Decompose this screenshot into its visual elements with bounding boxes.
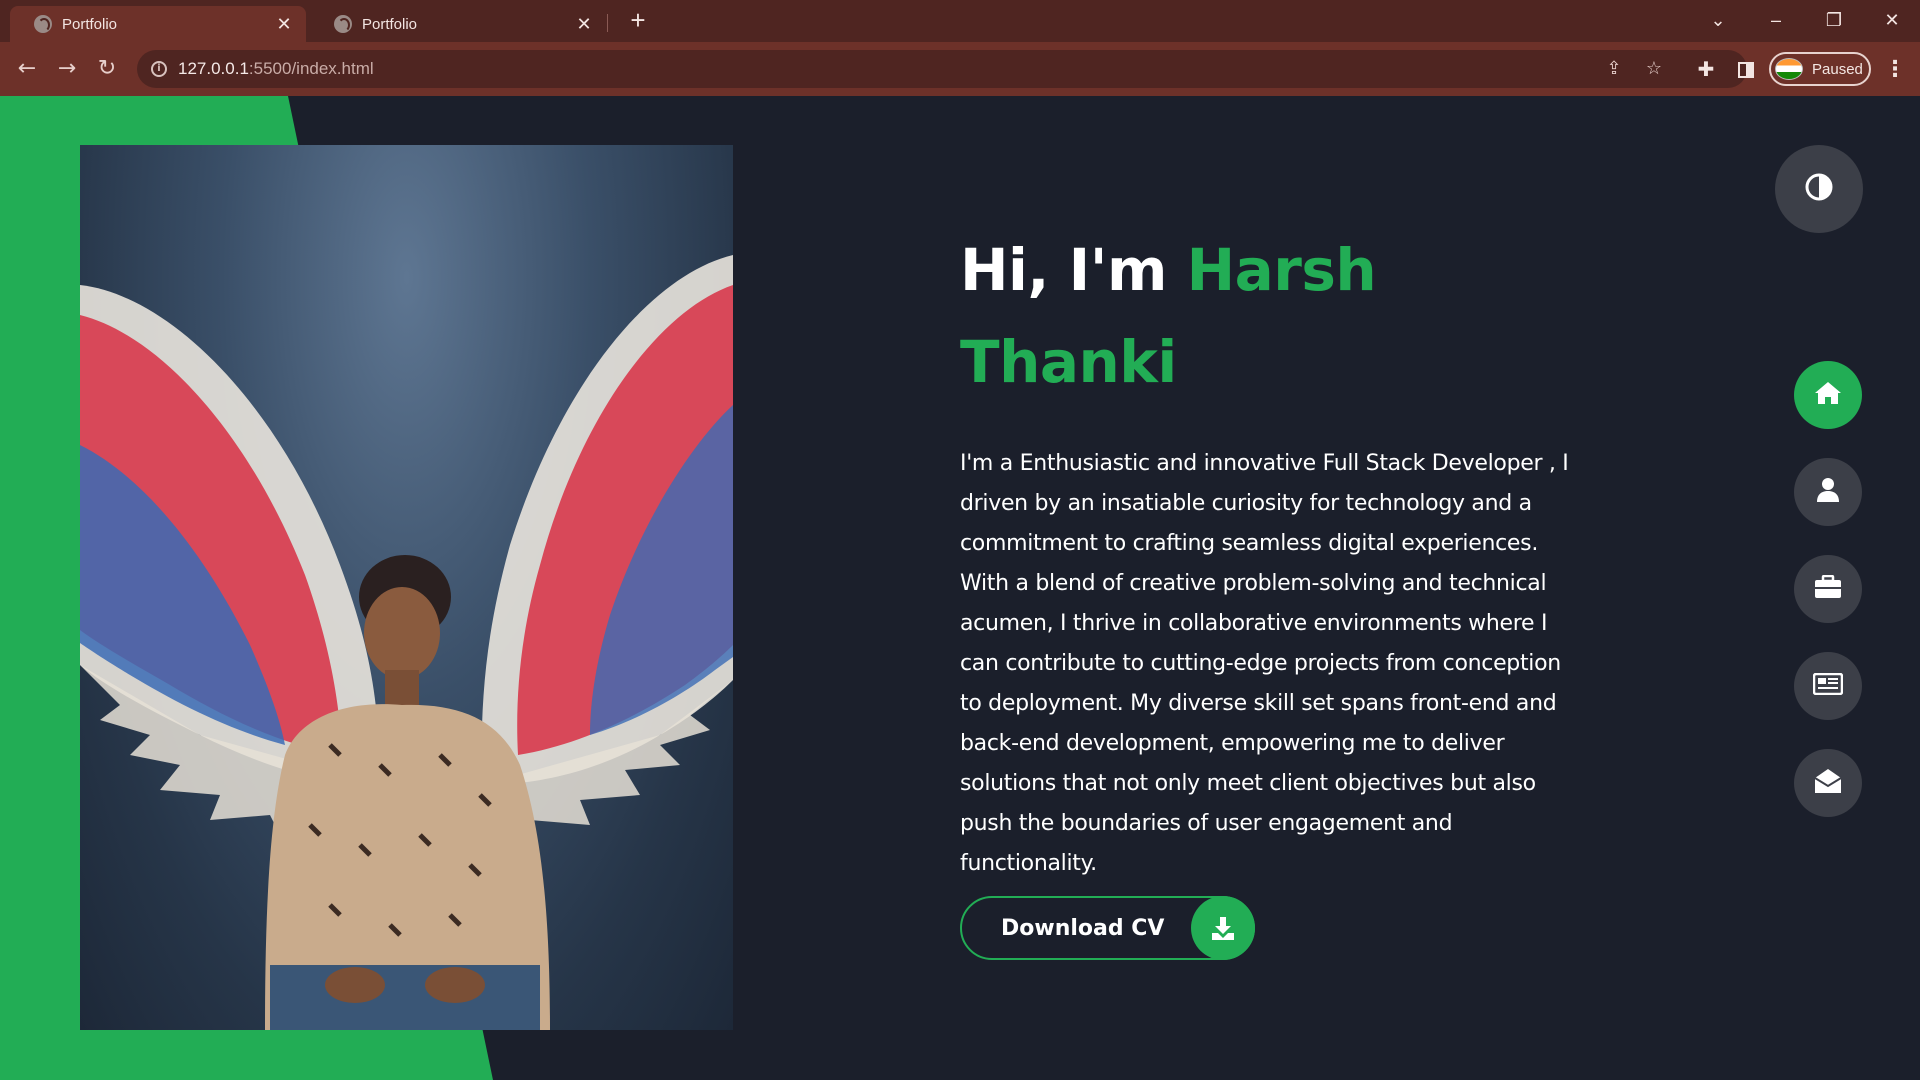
reload-icon[interactable]: ↻ bbox=[92, 54, 122, 84]
profile-avatar bbox=[1775, 58, 1803, 80]
extensions-puzzle-icon[interactable]: ✚ bbox=[1692, 55, 1720, 83]
restore-button[interactable]: ❐ bbox=[1814, 4, 1854, 36]
browser-toolbar: ← → ↻ i 127.0.0.1:5500/index.html ⇪ ☆ ✚ … bbox=[0, 42, 1920, 96]
tab-title: Portfolio bbox=[362, 15, 418, 33]
portfolio-page: Hi, I'm Harsh Thanki I'm a Enthusiastic a… bbox=[0, 96, 1920, 1080]
hero-heading: Hi, I'm Harsh Thanki bbox=[960, 224, 1580, 408]
bookmark-star-icon[interactable]: ☆ bbox=[1643, 58, 1665, 80]
browser-tab-active[interactable]: Portfolio ✕ bbox=[10, 6, 306, 42]
greeting: Hi, I'm bbox=[960, 236, 1187, 304]
new-tab-button[interactable]: + bbox=[624, 6, 652, 34]
profile-button[interactable]: Paused bbox=[1769, 52, 1871, 86]
first-name: Harsh bbox=[1186, 236, 1377, 304]
back-arrow-icon[interactable]: ← bbox=[12, 54, 42, 84]
address-bar[interactable]: i 127.0.0.1:5500/index.html ⇪ ☆ bbox=[137, 50, 1747, 88]
tab-divider bbox=[607, 14, 608, 32]
globe-icon bbox=[334, 15, 352, 33]
last-name: Thanki bbox=[960, 328, 1177, 396]
nav-home-button[interactable] bbox=[1794, 361, 1862, 429]
side-navigation bbox=[1794, 361, 1862, 846]
nav-about-button[interactable] bbox=[1794, 458, 1862, 526]
side-panel-icon[interactable] bbox=[1738, 62, 1754, 78]
profile-status: Paused bbox=[1812, 60, 1863, 78]
nav-contact-button[interactable] bbox=[1794, 749, 1862, 817]
download-icon bbox=[1191, 896, 1255, 960]
envelope-open-icon bbox=[1814, 768, 1842, 798]
newspaper-icon bbox=[1812, 672, 1844, 699]
profile-photo bbox=[80, 145, 733, 1030]
download-cv-label: Download CV bbox=[1001, 915, 1165, 941]
tab-title: Portfolio bbox=[62, 15, 118, 33]
hero-section: Hi, I'm Harsh Thanki I'm a Enthusiastic a… bbox=[960, 224, 1580, 884]
url-host: 127.0.0.1 bbox=[178, 59, 249, 78]
browser-tab[interactable]: Portfolio ✕ bbox=[310, 6, 606, 42]
profile-photo-illustration bbox=[80, 255, 733, 1030]
url-text: 127.0.0.1:5500/index.html bbox=[178, 59, 374, 79]
hero-bio: I'm a Enthusiastic and innovative Full S… bbox=[960, 451, 1569, 876]
browser-tabstrip: Portfolio ✕ Portfolio ✕ + ⌄ – ❐ ✕ bbox=[0, 0, 1920, 42]
briefcase-icon bbox=[1814, 574, 1842, 603]
nav-blog-button[interactable] bbox=[1794, 652, 1862, 720]
tab-close-icon[interactable]: ✕ bbox=[274, 14, 294, 35]
contrast-icon bbox=[1804, 172, 1834, 206]
tab-search-icon[interactable]: ⌄ bbox=[1698, 4, 1738, 36]
minimize-button[interactable]: – bbox=[1756, 4, 1796, 36]
close-window-button[interactable]: ✕ bbox=[1872, 4, 1912, 36]
download-cv-button[interactable]: Download CV bbox=[960, 896, 1255, 960]
site-info-icon[interactable]: i bbox=[151, 61, 167, 77]
url-path: :5500/index.html bbox=[248, 59, 374, 78]
tab-close-icon[interactable]: ✕ bbox=[574, 14, 594, 35]
user-icon bbox=[1816, 477, 1840, 507]
nav-portfolio-button[interactable] bbox=[1794, 555, 1862, 623]
theme-toggle-button[interactable] bbox=[1775, 145, 1863, 233]
home-icon bbox=[1814, 380, 1842, 410]
forward-arrow-icon[interactable]: → bbox=[52, 54, 82, 84]
browser-menu-icon[interactable]: ⋮ bbox=[1884, 56, 1906, 84]
globe-icon bbox=[34, 15, 52, 33]
share-icon[interactable]: ⇪ bbox=[1603, 58, 1625, 80]
